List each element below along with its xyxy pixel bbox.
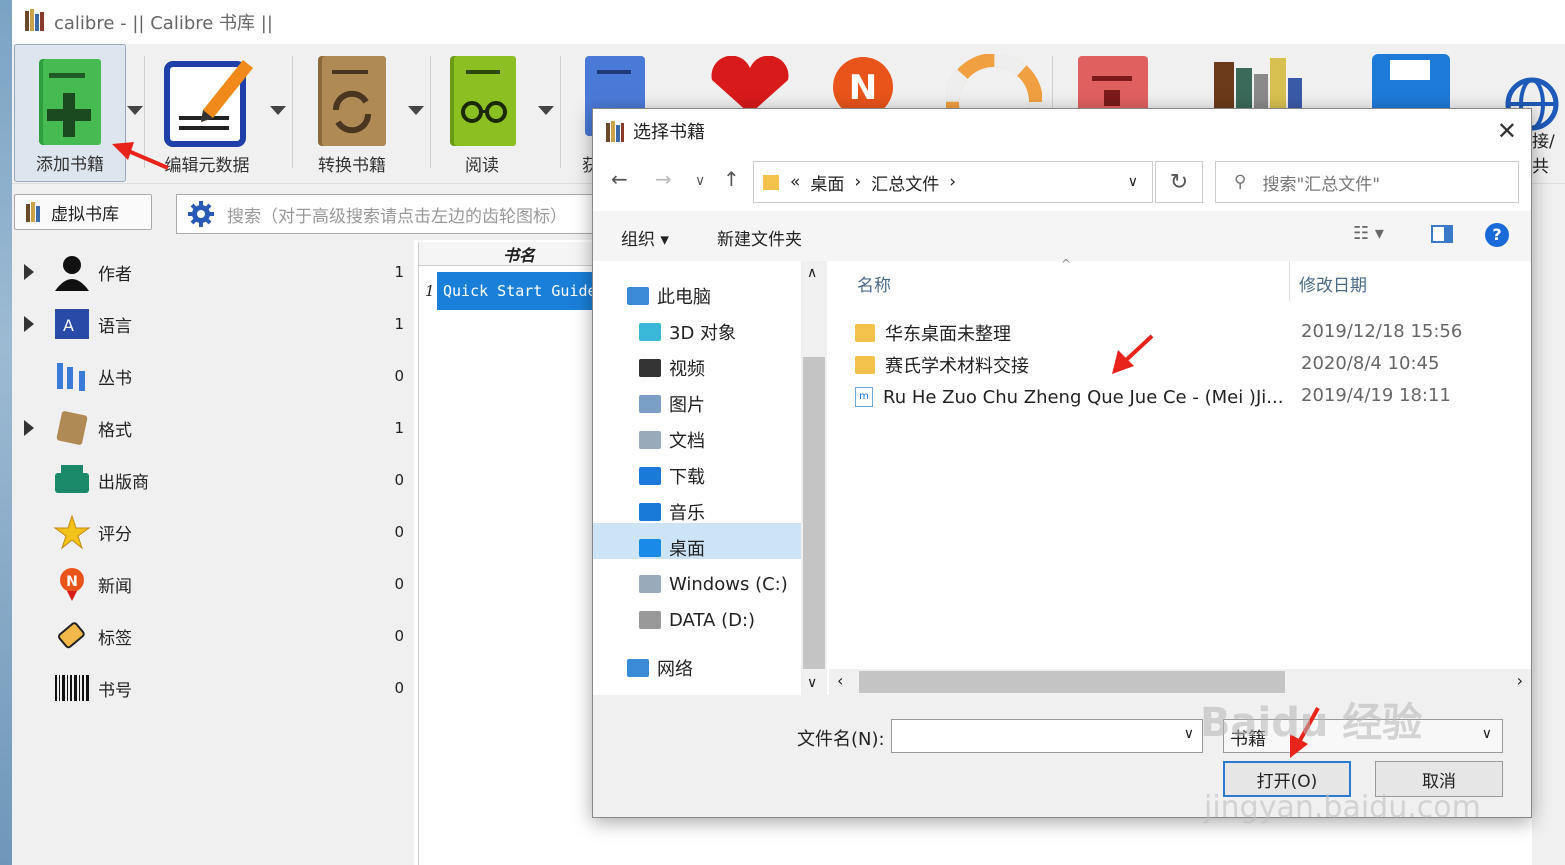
annotation-arrow-file <box>1112 334 1154 374</box>
watermark-url: jingyan.baidu.com <box>1204 790 1481 825</box>
watermark-logo: Baidu 经验 <box>1200 700 1423 746</box>
annotation-arrow-add <box>112 142 169 170</box>
